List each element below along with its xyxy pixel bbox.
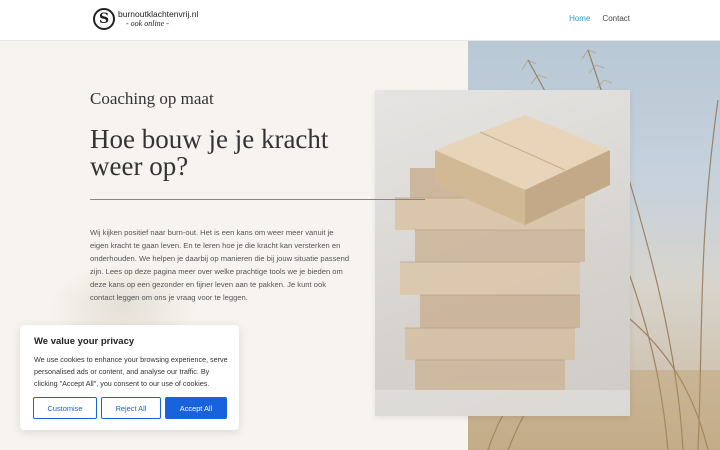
hero-divider <box>90 199 425 200</box>
cookie-title: We value your privacy <box>34 336 135 347</box>
logo-icon: S <box>93 8 115 30</box>
cookie-customise-button[interactable]: Customise <box>33 397 97 419</box>
nav-home-link[interactable]: Home <box>569 14 590 23</box>
jenga-tower-image <box>375 90 630 416</box>
main-nav: Home Contact <box>569 14 630 23</box>
site-tagline: - ook online - <box>126 19 169 29</box>
hero-body-text: Wij kijken positief naar burn-out. Het i… <box>90 228 350 302</box>
cookie-accept-all-button[interactable]: Accept All <box>165 397 227 419</box>
site-logo[interactable]: S burnoutklachtenvrij.nl - ook online - <box>93 8 198 30</box>
logo-text: burnoutklachtenvrij.nl - ook online - <box>118 10 198 29</box>
cookie-consent-banner: We value your privacy We use cookies to … <box>20 325 239 430</box>
hero-kicker: Coaching op maat <box>90 89 214 108</box>
site-name: burnoutklachtenvrij.nl <box>118 8 199 19</box>
cookie-reject-all-button[interactable]: Reject All <box>101 397 161 419</box>
nav-contact-link[interactable]: Contact <box>602 14 630 23</box>
site-header: S burnoutklachtenvrij.nl - ook online - … <box>0 0 720 41</box>
cookie-description: We use cookies to enhance your browsing … <box>34 355 228 388</box>
hero-headline: Hoe bouw je je kracht weer op? <box>90 124 329 181</box>
